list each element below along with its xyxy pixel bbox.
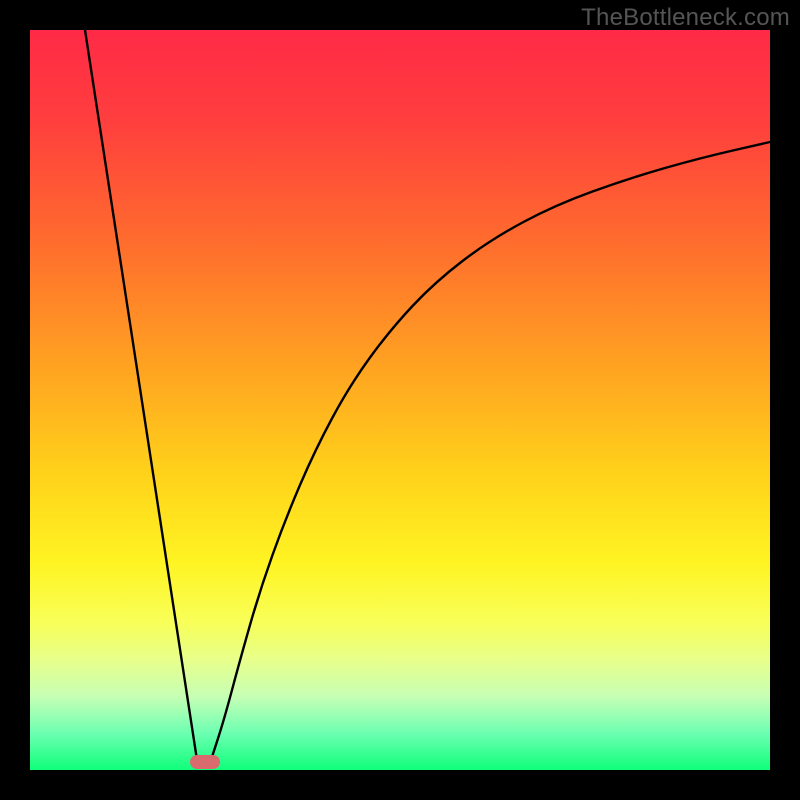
bottleneck-curve: [30, 30, 770, 770]
chart-frame: TheBottleneck.com: [0, 0, 800, 800]
watermark-label: TheBottleneck.com: [581, 4, 790, 32]
optimum-marker: [190, 755, 220, 769]
plot-area: [30, 30, 770, 770]
curve-path: [85, 30, 770, 762]
